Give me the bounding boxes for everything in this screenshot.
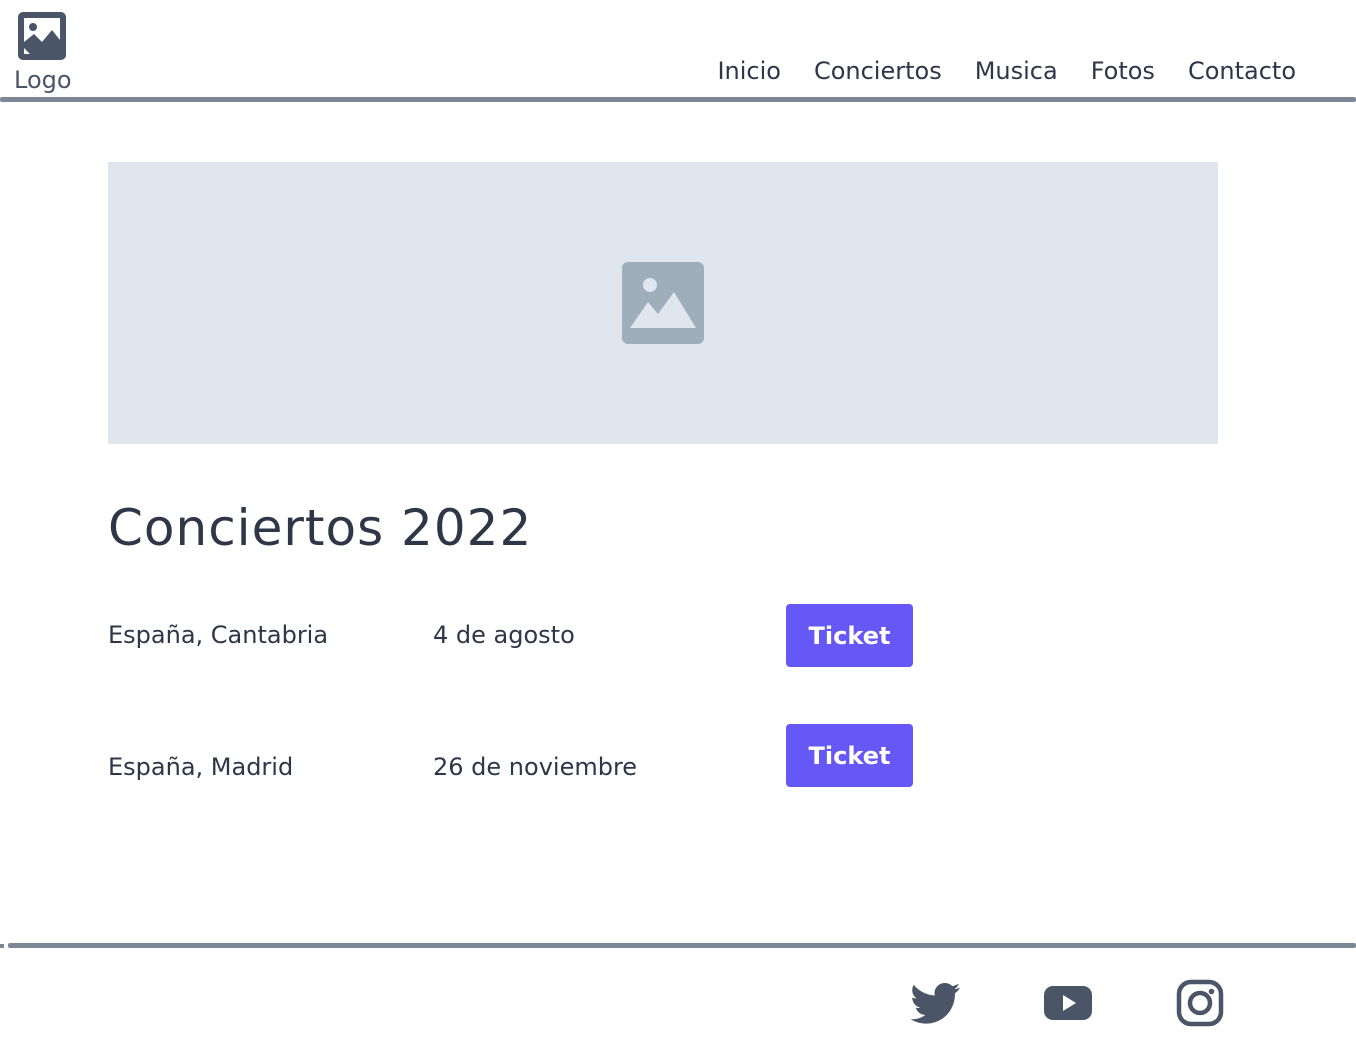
youtube-link[interactable] [1043,978,1093,1028]
footer-divider [8,943,1356,948]
instagram-icon [1176,979,1224,1027]
footer-divider-dot [0,944,4,948]
concert-date: 26 de noviembre [433,753,638,781]
logo-image-icon [18,12,66,60]
logo-label: Logo [14,66,72,94]
concert-row: España, Cantabria 4 de agosto Ticket [108,604,1008,668]
concert-place: España, Madrid [108,753,294,781]
nav-item-fotos[interactable]: Fotos [1091,57,1155,85]
page: Logo Inicio Conciertos Musica Fotos Cont… [0,0,1356,1056]
concert-row: España, Madrid 26 de noviembre Ticket [108,724,1008,788]
twitter-link[interactable] [911,978,961,1028]
youtube-icon [1044,986,1092,1020]
main-nav: Inicio Conciertos Musica Fotos Contacto [717,57,1296,85]
nav-item-inicio[interactable]: Inicio [717,57,781,85]
concert-date: 4 de agosto [433,621,575,649]
nav-item-conciertos[interactable]: Conciertos [814,57,942,85]
header-divider [0,97,1356,102]
twitter-icon [911,983,961,1024]
instagram-link[interactable] [1175,978,1225,1028]
concert-place: España, Cantabria [108,621,329,649]
nav-item-contacto[interactable]: Contacto [1188,57,1296,85]
ticket-button[interactable]: Ticket [786,604,913,667]
nav-item-musica[interactable]: Musica [975,57,1058,85]
concerts-title: Conciertos 2022 [108,499,533,557]
logo[interactable]: Logo [14,12,74,92]
hero-image [108,162,1218,444]
ticket-button[interactable]: Ticket [786,724,913,787]
image-placeholder-icon [622,262,704,344]
